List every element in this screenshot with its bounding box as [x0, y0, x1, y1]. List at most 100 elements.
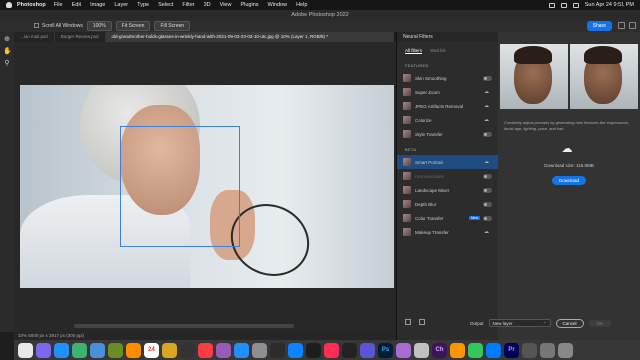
canvas-area[interactable]	[14, 42, 407, 332]
filter-landscape-mixer[interactable]: Landscape Mixer	[397, 183, 498, 197]
menu-layer[interactable]: Layer	[114, 2, 128, 8]
app-store-icon[interactable]	[234, 342, 249, 358]
output-select[interactable]: New layer	[488, 318, 551, 327]
menu-plugins[interactable]: Plugins	[240, 2, 258, 8]
menu-3d[interactable]: 3D	[204, 2, 211, 8]
cloud-download-icon[interactable]: ☁	[484, 103, 489, 109]
podcasts-icon[interactable]	[216, 342, 231, 358]
filter-toggle[interactable]	[483, 215, 492, 221]
notes-icon[interactable]	[162, 342, 177, 358]
menu-help[interactable]: Help	[296, 2, 307, 8]
app-icon[interactable]	[360, 342, 375, 358]
app-icon[interactable]	[522, 342, 537, 358]
filter-makeup-transfer[interactable]: Makeup Transfer ☁	[397, 225, 498, 239]
photoshop-icon[interactable]: Ps	[378, 342, 393, 358]
cancel-button[interactable]: Cancel	[555, 318, 584, 328]
filter-harmonization[interactable]: Harmonization	[397, 169, 498, 183]
filter-style-transfer[interactable]: Style Transfer	[397, 127, 498, 141]
filter-toggle[interactable]	[483, 173, 492, 179]
photos-icon[interactable]	[126, 342, 141, 358]
mask-icon[interactable]	[419, 319, 425, 325]
filter-skin-smoothing[interactable]: Skin Smoothing	[397, 71, 498, 85]
search-icon[interactable]	[572, 2, 579, 8]
ok-button[interactable]: OK	[588, 319, 612, 327]
system-preferences-icon[interactable]	[252, 342, 267, 358]
safari-icon[interactable]	[54, 342, 69, 358]
character-animator-icon[interactable]: Ch	[432, 342, 447, 358]
new-badge: New	[468, 216, 480, 220]
face-selection-box[interactable]	[120, 126, 240, 247]
menu-select[interactable]: Select	[158, 2, 173, 8]
filter-smart-portrait[interactable]: Smart Portrait ☁	[397, 155, 498, 169]
zoom-app-icon[interactable]	[288, 342, 303, 358]
zoom-tool-icon[interactable]: ⚲	[3, 60, 11, 68]
app-icon[interactable]	[324, 342, 339, 358]
menu-file[interactable]: File	[54, 2, 63, 8]
app-icon[interactable]	[342, 342, 357, 358]
app-icon[interactable]	[540, 342, 555, 358]
terminal-icon[interactable]	[270, 342, 285, 358]
filter-colorize[interactable]: Colorize ☁	[397, 113, 498, 127]
maps-icon[interactable]	[108, 342, 123, 358]
filter-toggle[interactable]	[483, 75, 492, 81]
cloud-download-icon[interactable]: ☁	[484, 229, 489, 235]
premiere-icon[interactable]: Pr	[504, 342, 519, 358]
filter-thumbnail	[403, 214, 411, 222]
tab-wait-list[interactable]: Wait list	[430, 48, 446, 54]
app-icon[interactable]	[486, 342, 501, 358]
launchpad-icon[interactable]	[36, 342, 51, 358]
messages-icon[interactable]	[72, 342, 87, 358]
scroll-all-checkbox[interactable]: Scroll All Windows	[34, 23, 83, 29]
tab-document-1[interactable]: ...ion mail.psd	[14, 32, 55, 42]
hand-tool-icon[interactable]: ✋	[3, 48, 12, 56]
share-button[interactable]: Share	[586, 21, 612, 31]
music-icon[interactable]	[198, 342, 213, 358]
cloud-download-icon[interactable]: ☁	[484, 117, 489, 123]
wifi-icon[interactable]	[560, 2, 567, 8]
filter-toggle[interactable]	[483, 201, 492, 207]
filter-jpeg-artifacts-removal[interactable]: JPEG Artifacts Removal ☁	[397, 99, 498, 113]
mail-icon[interactable]	[90, 342, 105, 358]
filter-thumbnail	[403, 172, 411, 180]
horizontal-scrollbar[interactable]	[74, 324, 294, 328]
app-icon[interactable]	[468, 342, 483, 358]
workspace-icon[interactable]	[629, 22, 636, 29]
menu-view[interactable]: View	[220, 2, 232, 8]
search-icon[interactable]	[618, 22, 625, 29]
menu-window[interactable]: Window	[268, 2, 288, 8]
apple-icon[interactable]	[6, 2, 12, 8]
download-button[interactable]: Download	[552, 176, 586, 185]
filter-super-zoom[interactable]: Super Zoom ☁	[397, 85, 498, 99]
menu-type[interactable]: Type	[137, 2, 149, 8]
filter-toggle[interactable]	[483, 131, 492, 137]
fit-screen-button[interactable]: Fit Screen	[115, 21, 151, 31]
battery-icon[interactable]	[548, 2, 555, 8]
preview-after	[570, 44, 638, 109]
app-icon[interactable]	[414, 342, 429, 358]
zoom-100-button[interactable]: 100%	[86, 21, 112, 31]
app-icon[interactable]	[396, 342, 411, 358]
filter-thumbnail	[403, 228, 411, 236]
cloud-download-icon[interactable]: ☁	[484, 159, 489, 165]
fill-screen-button[interactable]: Fill Screen	[154, 21, 191, 31]
filter-depth-blur[interactable]: Depth Blur	[397, 197, 498, 211]
menu-image[interactable]: Image	[90, 2, 105, 8]
tv-icon[interactable]	[180, 342, 195, 358]
tab-all-filters[interactable]: All filters	[405, 48, 423, 54]
calendar-icon[interactable]: 24	[144, 342, 159, 358]
tab-document-2[interactable]: Burger Review.psd	[55, 32, 106, 42]
filter-color-transfer[interactable]: Color Transfer New	[397, 211, 498, 225]
screen-recorder-icon[interactable]	[306, 342, 321, 358]
menu-filter[interactable]: Filter	[182, 2, 194, 8]
menu-edit[interactable]: Edit	[72, 2, 81, 8]
cloud-download-icon[interactable]: ☁	[484, 89, 489, 95]
tab-document-active[interactable]: old-grandmother-holds-glasses-in-wrinkly…	[105, 32, 394, 42]
finder-icon[interactable]	[18, 342, 33, 358]
app-menu[interactable]: Photoshop	[17, 2, 46, 8]
layer-preview-icon[interactable]	[405, 319, 411, 325]
trash-icon[interactable]	[558, 342, 573, 358]
move-tool-icon[interactable]: ⊕	[3, 36, 11, 44]
menubar-clock[interactable]: Sun Apr 24 9:51 PM	[585, 2, 634, 8]
filter-toggle[interactable]	[483, 187, 492, 193]
vlc-icon[interactable]	[450, 342, 465, 358]
